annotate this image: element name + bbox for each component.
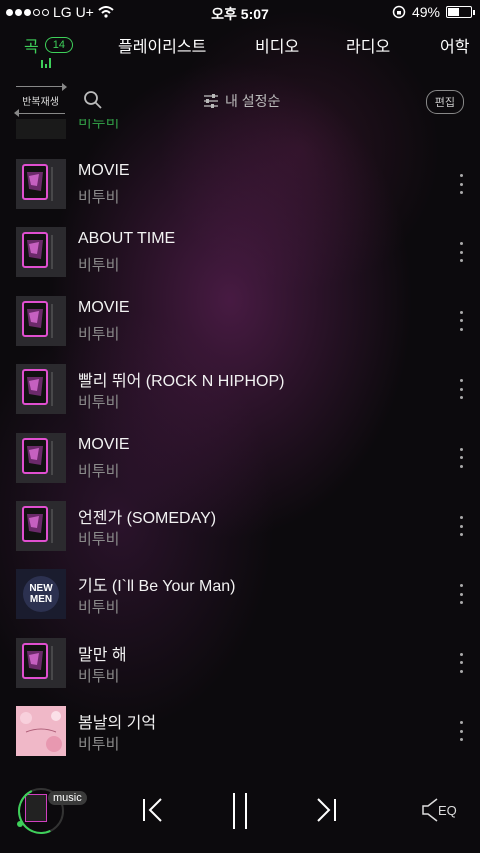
- eq-button[interactable]: EQ: [422, 798, 457, 822]
- more-options-icon[interactable]: [458, 721, 464, 742]
- more-options-icon[interactable]: [458, 174, 464, 194]
- more-options-icon[interactable]: [458, 379, 464, 400]
- album-art: NEW MEN: [16, 569, 66, 620]
- album-art: [16, 295, 66, 346]
- rotation-lock-icon: [392, 5, 406, 19]
- song-artist: 비투비: [78, 667, 120, 685]
- svg-text:MEN: MEN: [30, 594, 52, 605]
- list-item[interactable]: 봄날의 기억비투비: [0, 697, 480, 765]
- song-artist: 비투비: [78, 599, 120, 617]
- movie-album-art: [16, 637, 66, 688]
- category-tabs: 곡 14 플레이리스트 비디오 라디오 어학: [0, 30, 480, 70]
- album-art: [16, 364, 66, 415]
- list-item[interactable]: MOVIE 비투비: [0, 287, 480, 355]
- list-item[interactable]: NEW MEN 기도 (I`ll Be Your Man) 비투비: [0, 560, 480, 628]
- now-playing-indicator-icon: [41, 58, 51, 68]
- more-options-icon[interactable]: [458, 516, 464, 536]
- song-artist: 비투비: [78, 257, 120, 275]
- more-options-icon[interactable]: [458, 447, 464, 468]
- movie-album-art: [16, 295, 66, 346]
- sort-label: 내 설정순: [225, 93, 281, 109]
- pause-icon[interactable]: [230, 793, 250, 829]
- battery-icon: [446, 6, 475, 18]
- list-item[interactable]: 비투비: [0, 119, 480, 139]
- pink-album-art: [16, 706, 66, 757]
- eq-label: EQ: [438, 802, 457, 818]
- movie-album-art: [16, 501, 66, 551]
- song-artist: 비투비: [78, 736, 120, 754]
- song-title: MOVIE: [78, 435, 130, 453]
- next-icon[interactable]: [314, 798, 338, 822]
- song-title: 언젠가 (SOMEDAY): [78, 510, 217, 527]
- status-bar: LG U+ 오후 5:07 49%: [0, 0, 480, 24]
- battery-percent: 49%: [411, 4, 440, 20]
- list-item[interactable]: 언젠가 (SOMEDAY) 비투비: [0, 492, 480, 560]
- more-options-icon[interactable]: [458, 652, 464, 673]
- search-icon[interactable]: [83, 90, 103, 110]
- more-options-icon[interactable]: [458, 242, 464, 263]
- sort-button[interactable]: 내 설정순: [203, 91, 280, 111]
- song-list[interactable]: 비투비 MOVIE 비투비 ABOUT TIME 비투비 MOVIE 비투비 빨리 뛰어 (…: [0, 119, 480, 765]
- song-title: 빨리 뛰어 (ROCK N HIPHOP): [78, 373, 285, 391]
- mini-player: music EQ: [0, 776, 480, 853]
- album-art: [16, 159, 66, 209]
- song-title: 봄날의 기억: [78, 715, 157, 733]
- album-art: [16, 227, 66, 278]
- more-options-icon[interactable]: [458, 310, 464, 331]
- newmen-album-art: NEWMEN: [16, 569, 66, 620]
- tab-songs[interactable]: 곡 14: [24, 33, 73, 57]
- album-art: [16, 432, 66, 483]
- list-item[interactable]: 빨리 뛰어 (ROCK N HIPHOP) 비투비: [0, 355, 480, 423]
- previous-icon[interactable]: [141, 798, 165, 822]
- song-count-badge: 14: [44, 37, 73, 53]
- album-art: [16, 637, 66, 688]
- music-tag: music: [48, 791, 87, 805]
- song-artist: 비투비: [78, 189, 120, 206]
- movie-album-art: [16, 364, 66, 415]
- album-art: [16, 501, 66, 551]
- movie-album-art: [16, 159, 66, 209]
- song-artist: 비투비: [78, 119, 120, 131]
- song-title: MOVIE: [78, 298, 130, 316]
- song-artist: 비투비: [78, 531, 120, 548]
- album-art: [16, 119, 66, 139]
- song-artist: 비투비: [78, 462, 120, 480]
- tab-videos[interactable]: 비디오: [255, 33, 299, 57]
- repeat-play-button[interactable]: 반복재생: [14, 83, 67, 117]
- song-title: 말만 해: [78, 646, 127, 664]
- tab-playlists[interactable]: 플레이리스트: [118, 33, 206, 57]
- list-item[interactable]: ABOUT TIME 비투비: [0, 218, 480, 286]
- tab-language[interactable]: 어학: [440, 33, 469, 57]
- movie-album-art: [16, 432, 66, 483]
- list-item[interactable]: MOVIE 비투비: [0, 150, 480, 218]
- tab-radio[interactable]: 라디오: [346, 33, 390, 57]
- song-title: ABOUT TIME: [78, 230, 176, 248]
- song-title: MOVIE: [78, 162, 130, 179]
- movie-album-art: [16, 227, 66, 278]
- list-item[interactable]: MOVIE 비투비: [0, 424, 480, 492]
- sliders-icon: [204, 94, 218, 108]
- list-toolbar: 반복재생 내 설정순 편집: [0, 83, 480, 117]
- more-options-icon[interactable]: [458, 584, 464, 605]
- repeat-play-label: 반복재생: [22, 96, 59, 108]
- song-title: 기도 (I`ll Be Your Man): [78, 578, 236, 596]
- edit-button[interactable]: 편집: [425, 90, 464, 114]
- list-item[interactable]: 말만 해비투비: [0, 629, 480, 697]
- progress-dot: [17, 821, 23, 827]
- speaker-icon: [422, 798, 438, 822]
- tab-songs-label: 곡: [24, 39, 39, 56]
- svg-text:NEW: NEW: [29, 583, 53, 594]
- song-artist: 비투비: [78, 325, 120, 343]
- song-artist: 비투비: [78, 394, 120, 412]
- album-art: [16, 706, 66, 757]
